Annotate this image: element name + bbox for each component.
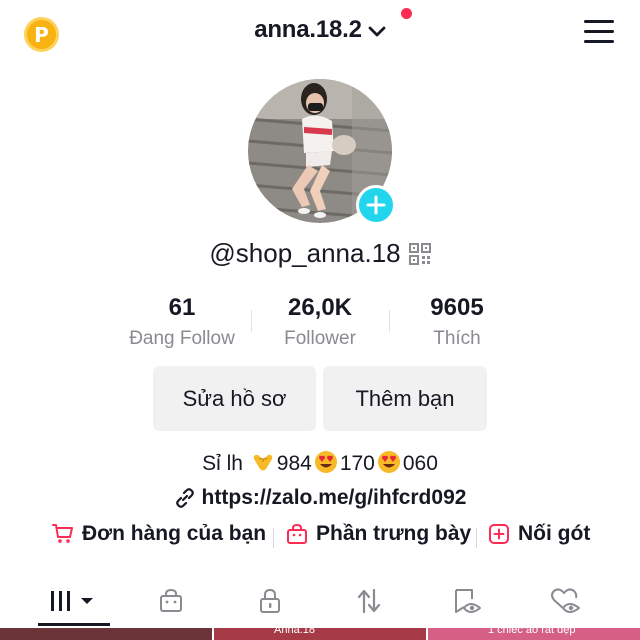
menu-icon-line xyxy=(584,30,614,33)
cart-icon xyxy=(52,524,73,543)
bio-number-3: 060 xyxy=(402,452,438,475)
video-thumbnail[interactable] xyxy=(0,628,212,640)
edit-profile-button[interactable]: Sửa hồ sơ xyxy=(153,366,316,431)
likes-stat[interactable]: 9605 Thích xyxy=(387,294,527,350)
menu-button[interactable] xyxy=(584,20,614,46)
showcase-link[interactable]: Phần trưng bày xyxy=(286,522,471,546)
duet-link[interactable]: Nối gót xyxy=(488,522,590,546)
orders-link[interactable]: Đơn hàng của bạn xyxy=(52,522,266,546)
heart-eyes-emoji xyxy=(377,451,400,473)
following-stat[interactable]: 61 Đang Follow xyxy=(112,294,252,350)
bio-text: Sỉ lh 984 170 060 xyxy=(0,450,640,476)
tab-liked[interactable] xyxy=(516,576,616,626)
liked-eye-icon xyxy=(551,588,580,613)
following-label: Đang Follow xyxy=(129,328,235,349)
add-avatar-button[interactable] xyxy=(356,185,396,225)
video-thumbnail[interactable]: 1 chiếc áo rất đẹp xyxy=(428,628,640,640)
following-count: 61 xyxy=(168,294,196,321)
link-icon xyxy=(175,488,194,508)
add-friends-button[interactable]: Thêm bạn xyxy=(323,366,487,431)
shop-bag-icon xyxy=(160,589,182,612)
tab-shop[interactable] xyxy=(121,576,221,626)
likes-label: Thích xyxy=(433,328,481,349)
thumbnail-caption: 1 chiếc áo rất đẹp xyxy=(488,628,576,636)
bio-link-text: https://zalo.me/g/ihfcrd092 xyxy=(201,486,467,509)
chevron-down-icon xyxy=(368,26,386,36)
menu-icon-line xyxy=(584,40,614,43)
bio-number-1: 984 xyxy=(276,452,312,475)
tab-videos[interactable] xyxy=(24,576,124,626)
account-name: anna.18.2 xyxy=(254,16,362,43)
thumbnail-caption: Anna.18 xyxy=(274,628,315,636)
tab-private[interactable] xyxy=(220,576,320,626)
video-thumbnail[interactable]: Anna.18 xyxy=(214,628,426,640)
profile-actions: Đơn hàng của bạn Phần trưng bày Nối gót xyxy=(0,522,640,552)
repost-icon xyxy=(357,588,381,614)
followers-count: 26,0K xyxy=(287,294,353,321)
lock-icon xyxy=(260,589,280,613)
menu-icon xyxy=(584,20,614,23)
bio-link[interactable]: https://zalo.me/g/ihfcrd092 xyxy=(174,486,467,510)
followers-stat[interactable]: 26,0K Follower xyxy=(250,294,390,350)
showcase-label: Phần trưng bày xyxy=(316,522,472,545)
plus-icon xyxy=(366,195,386,215)
heart-eyes-emoji xyxy=(314,451,337,473)
top-bar: P anna.18.2 xyxy=(0,0,640,66)
bookmark-eye-icon xyxy=(455,589,481,613)
notification-dot xyxy=(400,8,412,19)
profile-avatar-container[interactable] xyxy=(248,79,396,225)
active-tab-indicator xyxy=(38,623,110,626)
likes-count: 9605 xyxy=(430,294,484,321)
bio-prefix: Sỉ lh xyxy=(202,452,249,475)
heart-hands-emoji xyxy=(253,454,272,471)
followers-label: Follower xyxy=(284,328,356,349)
orders-label: Đơn hàng của bạn xyxy=(82,522,267,545)
add-square-icon xyxy=(489,524,509,544)
grid-icon xyxy=(51,591,93,611)
video-grid: Anna.18 1 chiếc áo rất đẹp xyxy=(0,628,640,640)
caret-down-icon xyxy=(81,598,93,604)
tab-reposts[interactable] xyxy=(319,576,419,626)
bio-number-2: 170 xyxy=(339,452,375,475)
content-tabs xyxy=(0,576,640,626)
action-divider xyxy=(476,528,477,548)
profile-handle: @shop_anna.18 xyxy=(209,238,401,268)
tab-favorites[interactable] xyxy=(417,576,517,626)
action-divider xyxy=(273,528,274,548)
qr-code-icon[interactable] xyxy=(408,242,431,265)
shop-bag-icon xyxy=(287,524,307,544)
duet-label: Nối gót xyxy=(518,522,591,545)
account-switcher[interactable]: anna.18.2 xyxy=(254,8,412,44)
